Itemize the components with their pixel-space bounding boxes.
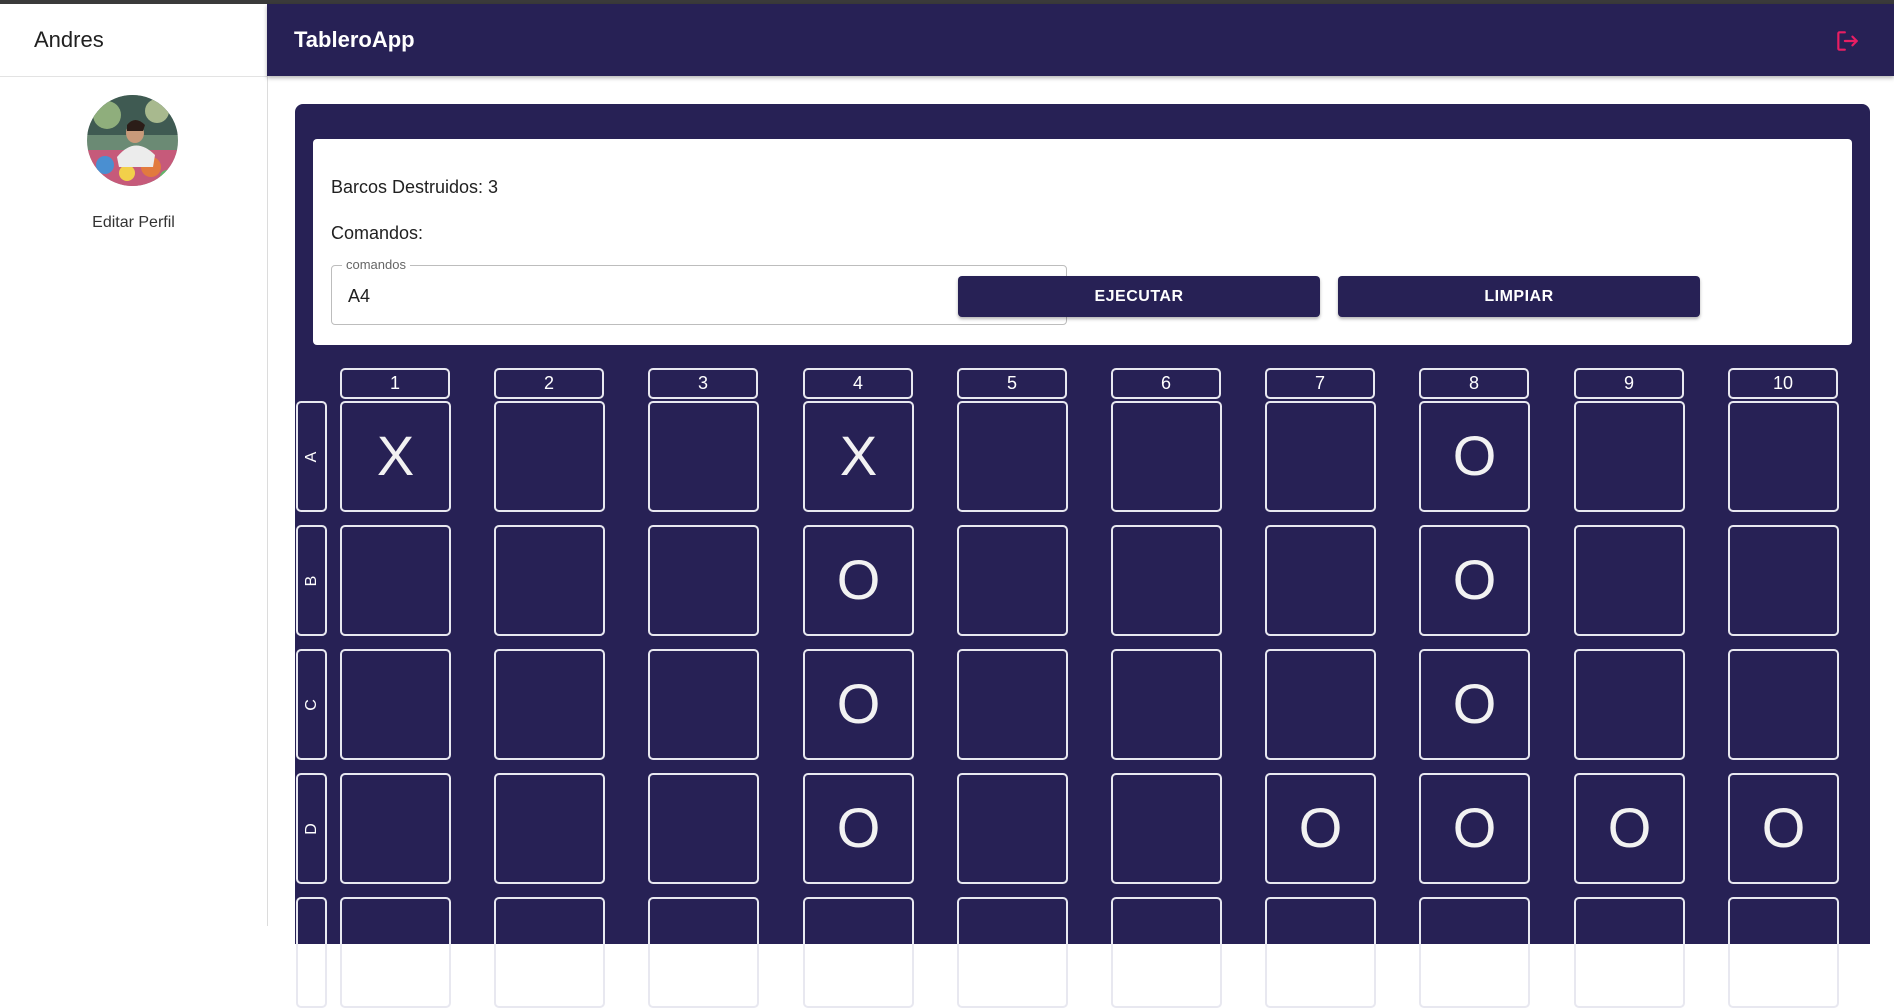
board-cell-C6[interactable] bbox=[1111, 649, 1222, 760]
edit-profile-link[interactable]: Editar Perfil bbox=[0, 214, 267, 232]
board-cell-D7[interactable]: O bbox=[1265, 773, 1376, 884]
column-header-8: 8 bbox=[1419, 368, 1529, 399]
board-cell-C2[interactable] bbox=[494, 649, 605, 760]
board-cell-next6[interactable] bbox=[1111, 897, 1222, 1008]
column-header-10: 10 bbox=[1728, 368, 1838, 399]
board-cell-next4[interactable] bbox=[803, 897, 914, 1008]
row-header-D: D bbox=[296, 773, 327, 884]
app-title: TableroApp bbox=[294, 27, 415, 52]
commands-input[interactable] bbox=[346, 266, 1050, 326]
column-header-1: 1 bbox=[340, 368, 450, 399]
board-cell-next3[interactable] bbox=[648, 897, 759, 1008]
board-cell-C5[interactable] bbox=[957, 649, 1068, 760]
board-cell-C3[interactable] bbox=[648, 649, 759, 760]
commands-label: Comandos: bbox=[331, 223, 424, 243]
board-cell-D8[interactable]: O bbox=[1419, 773, 1530, 884]
row-header-label: B bbox=[302, 575, 320, 586]
board-cell-D6[interactable] bbox=[1111, 773, 1222, 884]
board-cell-C4[interactable]: O bbox=[803, 649, 914, 760]
destroyed-ships-text: Barcos Destruidos: 3 bbox=[331, 177, 499, 197]
column-header-2: 2 bbox=[494, 368, 604, 399]
board-cell-B9[interactable] bbox=[1574, 525, 1685, 636]
sidebar: Andres Editar Perfil bbox=[0, 4, 268, 926]
execute-button[interactable]: EJECUTAR bbox=[958, 276, 1320, 317]
board-cell-C1[interactable] bbox=[340, 649, 451, 760]
game-panel: Barcos Destruidos: 3 Comandos: comandos … bbox=[295, 104, 1870, 1008]
column-header-4: 4 bbox=[803, 368, 913, 399]
board-cell-A8[interactable]: O bbox=[1419, 401, 1530, 512]
board-cell-B7[interactable] bbox=[1265, 525, 1376, 636]
board-cell-A10[interactable] bbox=[1728, 401, 1839, 512]
board-cell-D3[interactable] bbox=[648, 773, 759, 884]
board-cell-B5[interactable] bbox=[957, 525, 1068, 636]
board-cell-A2[interactable] bbox=[494, 401, 605, 512]
board-cell-C9[interactable] bbox=[1574, 649, 1685, 760]
board-cell-A3[interactable] bbox=[648, 401, 759, 512]
board-cell-A5[interactable] bbox=[957, 401, 1068, 512]
row-header-label: D bbox=[302, 822, 320, 835]
board-cell-B6[interactable] bbox=[1111, 525, 1222, 636]
avatar-image bbox=[87, 95, 178, 186]
board-cell-C10[interactable] bbox=[1728, 649, 1839, 760]
board-cell-B10[interactable] bbox=[1728, 525, 1839, 636]
board-cell-next10[interactable] bbox=[1728, 897, 1839, 1008]
board-cell-next8[interactable] bbox=[1419, 897, 1530, 1008]
board-cell-D2[interactable] bbox=[494, 773, 605, 884]
app-bar: TableroApp bbox=[267, 4, 1894, 76]
board-cell-A4[interactable]: X bbox=[803, 401, 914, 512]
column-header-6: 6 bbox=[1111, 368, 1221, 399]
board-cell-next7[interactable] bbox=[1265, 897, 1376, 1008]
avatar bbox=[87, 95, 178, 186]
board-cell-B4[interactable]: O bbox=[803, 525, 914, 636]
board-cell-C7[interactable] bbox=[1265, 649, 1376, 760]
board-cell-A9[interactable] bbox=[1574, 401, 1685, 512]
board-cell-D1[interactable] bbox=[340, 773, 451, 884]
row-header-label: A bbox=[302, 451, 320, 462]
column-header-5: 5 bbox=[957, 368, 1067, 399]
row-header-C: C bbox=[296, 649, 327, 760]
board-cell-D5[interactable] bbox=[957, 773, 1068, 884]
game-board: 1 2 3 4 5 6 7 8 9 10 A X X O B O O C O O D O O O O O bbox=[295, 364, 1870, 1008]
board-cell-next5[interactable] bbox=[957, 897, 1068, 1008]
board-cell-D4[interactable]: O bbox=[803, 773, 914, 884]
row-header-B: B bbox=[296, 525, 327, 636]
column-header-3: 3 bbox=[648, 368, 758, 399]
board-cell-next9[interactable] bbox=[1574, 897, 1685, 1008]
board-cell-A1[interactable]: X bbox=[340, 401, 451, 512]
board-cell-B8[interactable]: O bbox=[1419, 525, 1530, 636]
board-cell-D9[interactable]: O bbox=[1574, 773, 1685, 884]
column-header-9: 9 bbox=[1574, 368, 1684, 399]
board-cell-B3[interactable] bbox=[648, 525, 759, 636]
board-cell-next2[interactable] bbox=[494, 897, 605, 1008]
row-header-A: A bbox=[296, 401, 327, 512]
board-cell-next1[interactable] bbox=[340, 897, 451, 1008]
sidebar-header: Andres bbox=[0, 4, 267, 77]
board-cell-A7[interactable] bbox=[1265, 401, 1376, 512]
board-cell-B1[interactable] bbox=[340, 525, 451, 636]
board-cell-C8[interactable]: O bbox=[1419, 649, 1530, 760]
column-header-7: 7 bbox=[1265, 368, 1375, 399]
commands-field: comandos bbox=[331, 257, 1067, 326]
board-cell-B2[interactable] bbox=[494, 525, 605, 636]
board-cell-A6[interactable] bbox=[1111, 401, 1222, 512]
logout-icon[interactable] bbox=[1834, 28, 1860, 54]
clear-button[interactable]: LIMPIAR bbox=[1338, 276, 1700, 317]
command-card: Barcos Destruidos: 3 Comandos: comandos … bbox=[313, 139, 1852, 345]
row-header-next bbox=[296, 897, 327, 1008]
row-header-label: C bbox=[302, 698, 320, 711]
user-name: Andres bbox=[34, 27, 104, 52]
board-cell-D10[interactable]: O bbox=[1728, 773, 1839, 884]
